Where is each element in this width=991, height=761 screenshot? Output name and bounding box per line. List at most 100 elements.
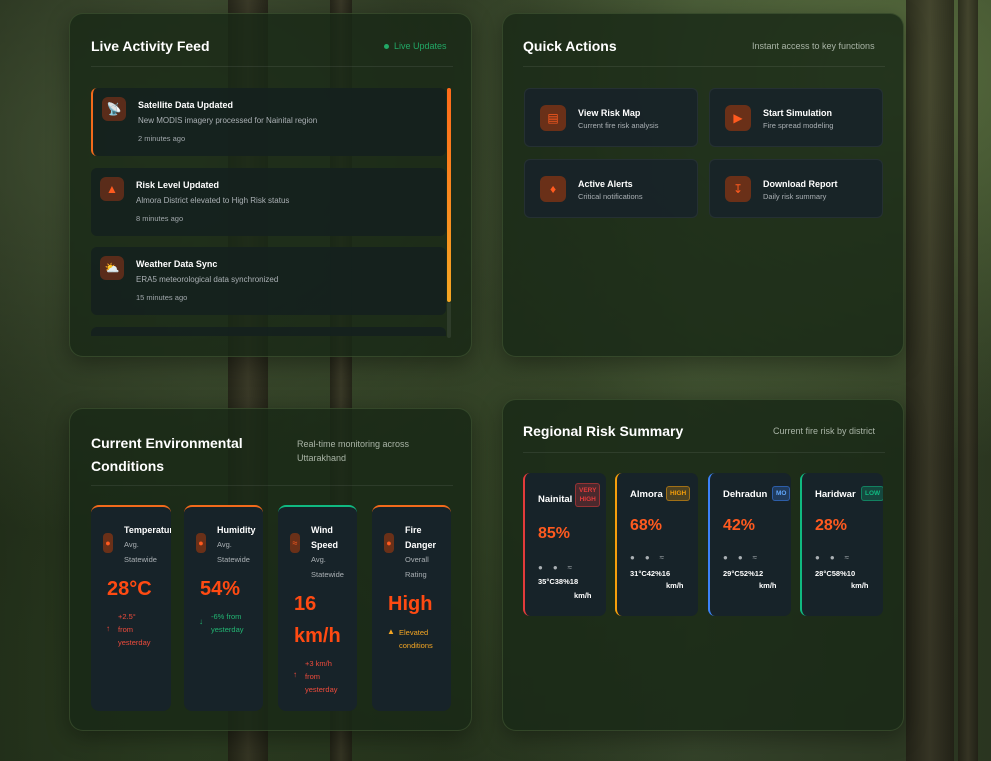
live-dot-icon [384,44,389,50]
region-name: Haridwar [815,489,856,500]
feed-item-desc: Almora District elevated to High Risk st… [136,196,290,205]
action-label: View Risk Map [578,108,641,118]
temperature-card[interactable]: ● Temperature Avg.Statewide 28°C +2.5°fr… [91,505,171,711]
env-card-sub: Avg. Statewide [217,540,250,564]
region-unit: km/h [666,581,684,590]
feed-item[interactable]: 📡 Satellite Data Updated New MODIS image… [91,88,446,156]
thermometer-icon: ● [103,533,113,553]
env-card-change: +2.5° from yesterday [118,612,151,647]
download-report-button[interactable]: ↧ Download Report Daily risk summary [709,159,883,218]
env-card-change: Elevated conditions [399,628,433,650]
download-icon: ↧ [725,176,751,202]
warning-icon: ▲ [100,177,124,201]
env-card-sub: Avg. Statewide [311,555,344,579]
humidity-card[interactable]: ● Humidity Avg. Statewide 54% -6% from yes… [184,505,263,711]
feed-list[interactable]: 📡 Satellite Data Updated New MODIS image… [91,88,446,336]
env-card-value: 16 km/h [294,593,341,647]
env-card-sub: Overall Rating [405,555,429,579]
env-card-change: +3 km/h from yesterday [305,659,338,694]
region-unit: km/h [759,581,777,590]
environment-divider [91,485,453,486]
action-label: Active Alerts [578,179,633,189]
action-label: Start Simulation [763,108,833,118]
risk-percent: 28% [815,517,848,534]
satellite-icon: 📡 [102,97,126,121]
feed-item-time: 15 minutes ago [136,293,188,302]
risk-badge: MO [772,486,791,501]
bell-icon: ♦ [540,176,566,202]
env-card-name: Humidity [217,525,256,535]
env-card-name: Wind Speed [311,525,339,550]
region-name: Nainital [538,494,573,505]
feed-item-title: Risk Level Updated [136,180,220,190]
warning-icon: ▲ [387,627,395,636]
env-card-name: Temperature [124,525,171,535]
feed-item-time: 2 minutes ago [138,134,186,143]
quick-actions-divider [523,66,885,67]
risk-percent: 68% [630,517,663,534]
activity-feed-panel: Live Activity Feed Live Updates 📡 Satell… [69,13,472,357]
feed-item[interactable]: ⛅ Weather Data Sync ERA5 meteorological … [91,247,446,315]
region-stats: 35°C38%18 [538,577,579,586]
feed-item[interactable] [91,327,446,336]
region-unit: km/h [574,591,592,600]
region-stats: 29°C52%12 [723,569,764,578]
risk-badge: HIGH [666,486,691,501]
region-metric-icons: ●●≈ [538,563,583,572]
fire-danger-card[interactable]: ● Fire Danger Overall Rating High Elevated… [372,505,451,711]
quick-actions-panel: Quick Actions Instant access to key func… [502,13,904,357]
region-stats: 28°C58%10 [815,569,856,578]
environment-title: Current Environmental Conditions [91,435,243,474]
action-label: Download Report [763,179,838,189]
region-cards-row[interactable]: Nainital VERY HIGH 85% ●●≈ 35°C38%18 km/h… [523,400,885,732]
risk-percent: 42% [723,517,756,534]
chart-icon: ▤ [540,105,566,131]
feed-item-title: Weather Data Sync [136,259,218,269]
env-card-change: -6% from yesterday [211,612,244,634]
droplet-icon: ● [196,533,206,553]
risk-percent: 85% [538,525,571,542]
region-card-haridwar[interactable]: Haridwar LOW 28% ●●≈ 28°C58%10 km/h [800,473,883,616]
live-updates-indicator: Live Updates [384,41,447,51]
risk-badge: VERY HIGH [575,483,601,507]
env-card-value: 54% [200,578,241,600]
quick-actions-title: Quick Actions [523,38,617,54]
risk-badge: LOW [861,486,883,501]
action-desc: Fire spread modeling [763,121,834,130]
arrow-down-icon: ↓ [199,617,203,626]
feed-item[interactable]: ▲ Risk Level Updated Almora District ele… [91,168,446,236]
tree-trunk [906,0,954,761]
region-unit: km/h [851,581,869,590]
feed-title: Live Activity Feed [91,38,210,54]
fire-icon: ● [384,533,394,553]
region-card-nainital[interactable]: Nainital VERY HIGH 85% ●●≈ 35°C38%18 km/h [523,473,606,616]
region-metric-icons: ●●≈ [815,553,860,562]
weather-icon: ⛅ [100,256,124,280]
feed-scrollbar-track[interactable] [447,302,451,338]
region-name: Dehradun [723,489,768,500]
feed-divider [91,66,453,67]
wind-icon: ≈ [290,533,300,553]
action-desc: Critical notifications [578,192,643,201]
region-card-almora[interactable]: Almora HIGH 68% ●●≈ 31°C42%16 km/h [615,473,698,616]
action-desc: Current fire risk analysis [578,121,659,130]
env-card-value: 28°C [107,578,152,600]
arrow-up-icon: ↑ [106,624,110,633]
feed-item-desc: ERA5 meteorological data synchronized [136,275,279,284]
feed-item-title: Satellite Data Updated [138,100,234,110]
view-risk-map-button[interactable]: ▤ View Risk Map Current fire risk analys… [524,88,698,147]
feed-item-desc: New MODIS imagery processed for Nainital… [138,116,318,125]
arrow-up-icon: ↑ [293,670,297,679]
feed-scrollbar-thumb[interactable] [447,88,451,302]
env-card-value: High [388,593,433,615]
region-name: Almora [630,489,663,500]
env-card-name: Fire Danger [405,525,437,550]
region-card-dehradun[interactable]: Dehradun MO 42% ●●≈ 29°C52%12 km/h [708,473,791,616]
region-metric-icons: ●●≈ [630,553,675,562]
play-icon: ▶ [725,105,751,131]
quick-actions-subtitle: Instant access to key functions [752,41,875,51]
active-alerts-button[interactable]: ♦ Active Alerts Critical notifications [524,159,698,218]
environment-subtitle: Real-time monitoring across Uttarakhand [297,439,410,463]
wind-speed-card[interactable]: ≈ Wind Speed Avg. Statewide 16 km/h +3 km/h… [278,505,357,711]
start-simulation-button[interactable]: ▶ Start Simulation Fire spread modeling [709,88,883,147]
